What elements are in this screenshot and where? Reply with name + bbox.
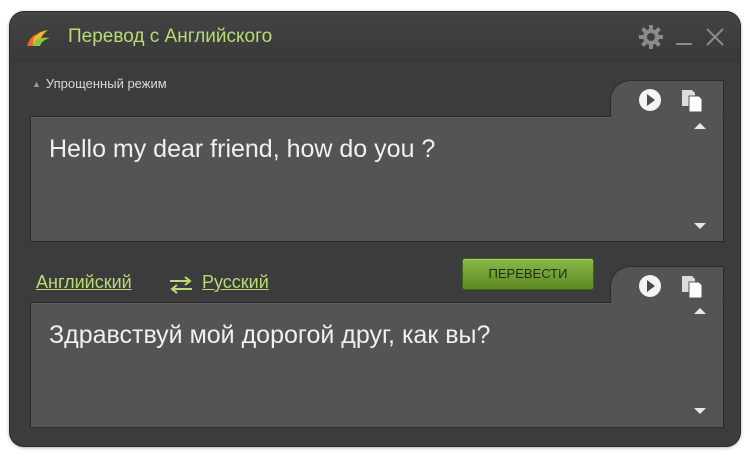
minimize-icon[interactable]	[674, 26, 694, 48]
simple-mode-toggle[interactable]: ▲ Упрощенный режим	[32, 76, 167, 91]
target-language-link[interactable]: Русский	[202, 272, 269, 293]
scroll-up-icon[interactable]	[694, 123, 706, 129]
close-icon[interactable]	[704, 26, 726, 48]
translator-window: Перевод с Английского ▲ Упрощенный режим	[10, 12, 740, 446]
window-title: Перевод с Английского	[68, 26, 273, 47]
logo-icon	[27, 30, 50, 46]
gear-icon[interactable]	[638, 24, 664, 50]
result-tab	[610, 266, 724, 305]
source-tab	[610, 80, 724, 119]
translate-button[interactable]: ПЕРЕВЕСТИ	[462, 258, 594, 290]
result-text[interactable]: Здравствуй мой дорогой друг, как вы?	[49, 321, 490, 350]
scroll-up-icon[interactable]	[694, 308, 706, 314]
scroll-down-icon[interactable]	[694, 223, 706, 229]
source-language-link[interactable]: Английский	[36, 272, 132, 293]
copy-icon[interactable]	[680, 88, 704, 114]
collapse-arrow-icon: ▲	[32, 79, 41, 89]
title-bar[interactable]: Перевод с Английского	[10, 12, 740, 62]
swap-arrows-icon[interactable]	[168, 276, 194, 294]
scroll-down-icon[interactable]	[694, 408, 706, 414]
play-icon[interactable]	[638, 88, 662, 112]
play-icon[interactable]	[638, 274, 662, 298]
result-text-panel[interactable]: Здравствуй мой дорогой друг, как вы?	[30, 302, 724, 428]
copy-icon[interactable]	[680, 274, 704, 300]
source-text-panel[interactable]: Hello my dear friend, how do you ?	[30, 116, 724, 242]
source-text[interactable]: Hello my dear friend, how do you ?	[49, 135, 435, 164]
simple-mode-label: Упрощенный режим	[45, 76, 167, 91]
